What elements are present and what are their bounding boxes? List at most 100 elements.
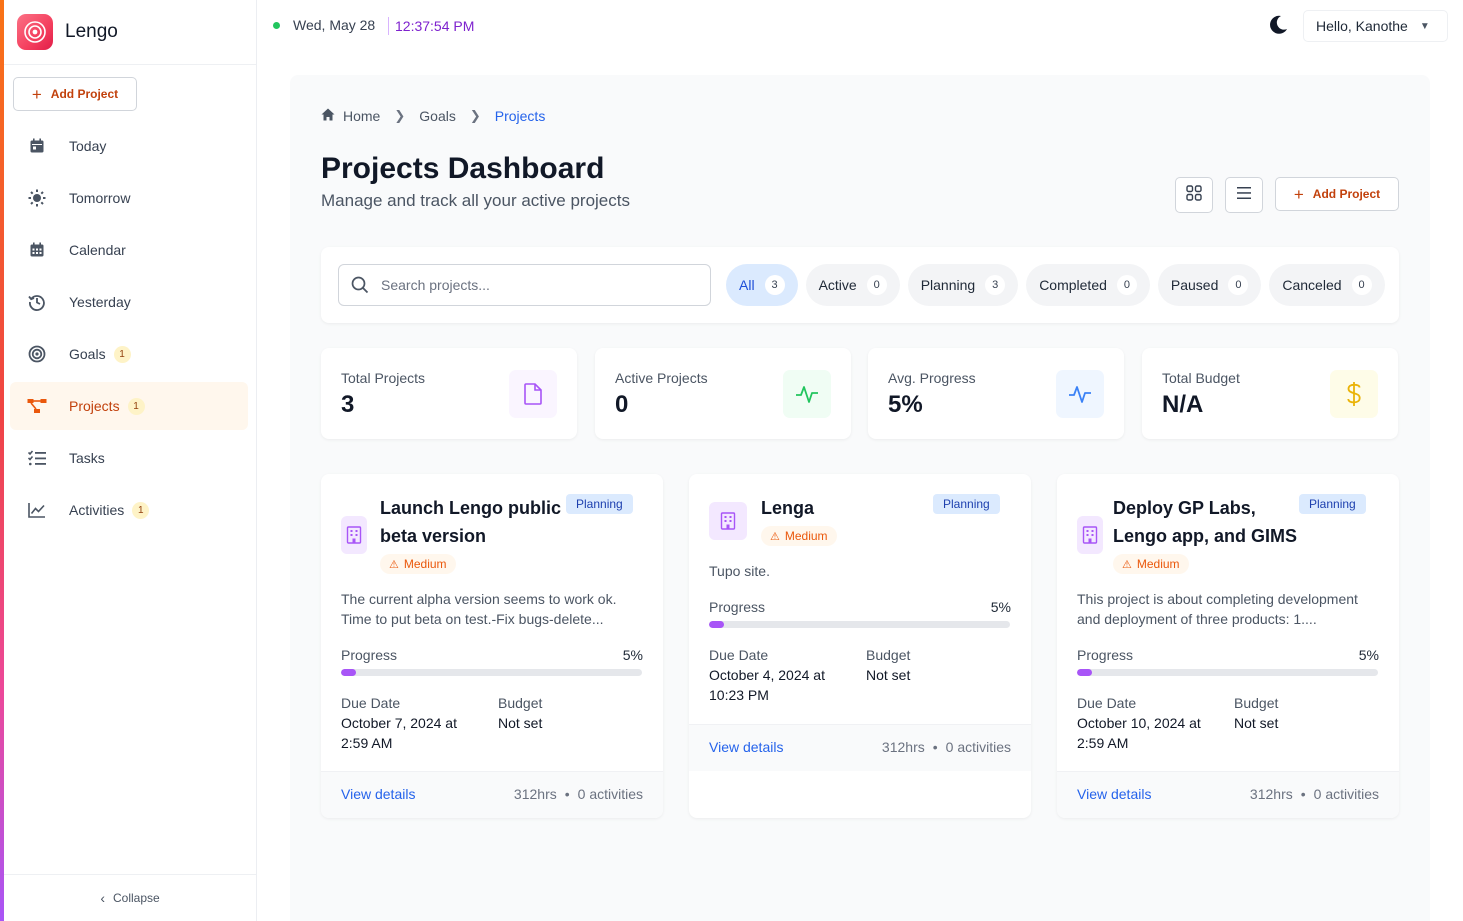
user-menu-button[interactable]: Hello, Kanothe ▼ bbox=[1303, 10, 1448, 42]
filter-planning[interactable]: Planning 3 bbox=[907, 264, 1019, 306]
view-details-link[interactable]: View details bbox=[709, 739, 783, 755]
page-subtitle: Manage and track all your active project… bbox=[321, 191, 630, 210]
grid-view-button[interactable] bbox=[1175, 177, 1213, 213]
project-description: This project is about completing develop… bbox=[1077, 591, 1358, 627]
project-diagram-icon bbox=[26, 395, 48, 417]
sidebar-item-tasks[interactable]: Tasks bbox=[10, 434, 248, 482]
history-icon bbox=[26, 291, 48, 313]
current-date: Wed, May 28 bbox=[293, 17, 376, 33]
stat-total-budget: Total Budget N/A bbox=[1142, 348, 1398, 439]
sidebar-item-today[interactable]: Today bbox=[10, 122, 248, 170]
status-badge: Planning bbox=[1299, 494, 1366, 514]
dollar-icon bbox=[1330, 370, 1378, 418]
sidebar-item-calendar[interactable]: Calendar bbox=[10, 226, 248, 274]
budget-value: Not set bbox=[1234, 715, 1279, 731]
sidebar-add-project-button[interactable]: + Add Project bbox=[13, 77, 137, 111]
budget-value: Not set bbox=[498, 715, 543, 731]
progress-value: 5% bbox=[990, 599, 1011, 615]
progress-value: 5% bbox=[622, 647, 643, 663]
chevron-right-icon: ❯ bbox=[469, 108, 481, 123]
priority-badge: ⚠ Medium bbox=[380, 554, 456, 574]
project-card[interactable]: Lenga Planning ⚠ Medium Tupo site. Progre… bbox=[689, 474, 1031, 818]
building-icon bbox=[1077, 516, 1103, 554]
project-title[interactable]: Launch Lengo public beta version bbox=[380, 494, 561, 550]
view-details-link[interactable]: View details bbox=[341, 786, 415, 802]
status-badge: Planning bbox=[566, 494, 633, 514]
warning-icon: ⚠ bbox=[389, 558, 399, 571]
budget-value: Not set bbox=[866, 667, 911, 683]
lengo-logo-icon bbox=[17, 14, 53, 50]
stat-avg-progress: Avg. Progress 5% bbox=[868, 348, 1124, 439]
progress-value: 5% bbox=[1358, 647, 1379, 663]
collapse-sidebar-button[interactable]: ‹ Collapse bbox=[4, 874, 256, 921]
home-icon bbox=[321, 108, 335, 124]
due-date: October 7, 2024 at 2:59 AM bbox=[341, 715, 457, 751]
progress-bar bbox=[709, 621, 1010, 628]
breadcrumb-home[interactable]: Home bbox=[343, 108, 380, 124]
project-title[interactable]: Lenga bbox=[761, 494, 814, 522]
building-icon bbox=[341, 516, 367, 554]
current-time: 12:37:54 PM bbox=[388, 17, 474, 35]
add-project-button[interactable]: + Add Project bbox=[1275, 177, 1399, 211]
search-placeholder: Search projects... bbox=[381, 277, 490, 293]
sidebar-item-activities[interactable]: Activities 1 bbox=[10, 486, 248, 534]
dark-mode-toggle-moon-icon[interactable] bbox=[1267, 14, 1289, 41]
breadcrumb-goals[interactable]: Goals bbox=[419, 108, 456, 124]
activities-badge: 1 bbox=[132, 501, 150, 519]
chevron-down-icon: ▼ bbox=[1419, 20, 1430, 32]
filter-active[interactable]: Active 0 bbox=[805, 264, 900, 306]
building-icon bbox=[709, 502, 747, 540]
list-icon bbox=[1236, 186, 1252, 205]
view-details-link[interactable]: View details bbox=[1077, 786, 1151, 802]
file-icon bbox=[509, 370, 557, 418]
project-card[interactable]: Deploy GP Labs, Lengo app, and GIMS Plan… bbox=[1057, 474, 1399, 818]
breadcrumb-projects: Projects bbox=[494, 108, 546, 124]
projects-badge: 1 bbox=[127, 397, 145, 415]
card-footer: View details 312hrs • 0 activities bbox=[1057, 771, 1399, 818]
filter-canceled[interactable]: Canceled 0 bbox=[1269, 264, 1385, 306]
page-title: Projects Dashboard bbox=[321, 152, 605, 185]
search-input[interactable]: Search projects... bbox=[338, 264, 711, 306]
list-view-button[interactable] bbox=[1225, 177, 1263, 213]
filter-paused[interactable]: Paused 0 bbox=[1157, 264, 1262, 306]
warning-icon: ⚠ bbox=[1122, 558, 1132, 571]
chevron-right-icon: ❯ bbox=[394, 108, 406, 123]
project-title[interactable]: Deploy GP Labs, Lengo app, and GIMS bbox=[1113, 494, 1297, 550]
warning-icon: ⚠ bbox=[770, 530, 780, 543]
app-name: Lengo bbox=[65, 21, 118, 42]
sidebar-item-tomorrow[interactable]: Tomorrow bbox=[10, 174, 248, 222]
brand[interactable]: Lengo bbox=[4, 0, 256, 65]
chevron-left-icon: ‹ bbox=[100, 890, 105, 906]
chart-line-icon bbox=[26, 499, 48, 521]
search-icon bbox=[351, 276, 369, 294]
sidebar-item-yesterday[interactable]: Yesterday bbox=[10, 278, 248, 326]
activity-icon bbox=[1056, 370, 1104, 418]
sidebar-item-projects[interactable]: Projects 1 bbox=[10, 382, 248, 430]
filter-completed[interactable]: Completed 0 bbox=[1026, 264, 1150, 306]
online-status-dot bbox=[273, 22, 280, 29]
plus-icon: + bbox=[1293, 184, 1304, 204]
card-meta: 312hrs • 0 activities bbox=[1249, 786, 1379, 802]
project-description: Tupo site. bbox=[709, 563, 770, 579]
topbar: Wed, May 28 12:37:54 PM Hello, Kanothe ▼ bbox=[257, 0, 1463, 52]
card-meta: 312hrs • 0 activities bbox=[513, 786, 643, 802]
status-filter-tabs: All 3 Active 0 Planning 3 Completed 0 Paused… bbox=[726, 264, 1393, 306]
stat-total-projects: Total Projects 3 bbox=[321, 348, 577, 439]
filter-bar: Search projects... All 3 Active 0 Planning… bbox=[321, 247, 1399, 323]
progress-bar bbox=[341, 669, 642, 676]
due-date: October 10, 2024 at 2:59 AM bbox=[1077, 715, 1201, 751]
project-description: The current alpha version seems to work … bbox=[341, 591, 617, 627]
tasks-icon bbox=[26, 447, 48, 469]
status-badge: Planning bbox=[933, 494, 1000, 514]
pulse-icon bbox=[783, 370, 831, 418]
breadcrumb: Home ❯ Goals ❯ Projects bbox=[321, 108, 545, 124]
sidebar: Lengo + Add Project Today Tomorrow Calen… bbox=[4, 0, 257, 921]
due-date: October 4, 2024 at 10:23 PM bbox=[709, 667, 825, 703]
priority-badge: ⚠ Medium bbox=[1113, 554, 1189, 574]
project-card[interactable]: Launch Lengo public beta version Plannin… bbox=[321, 474, 663, 818]
filter-all[interactable]: All 3 bbox=[726, 264, 798, 306]
grid-icon bbox=[1186, 184, 1202, 206]
sidebar-nav: Today Tomorrow Calendar Yesterday Goals bbox=[10, 122, 248, 538]
stat-active-projects: Active Projects 0 bbox=[595, 348, 851, 439]
sidebar-item-goals[interactable]: Goals 1 bbox=[10, 330, 248, 378]
